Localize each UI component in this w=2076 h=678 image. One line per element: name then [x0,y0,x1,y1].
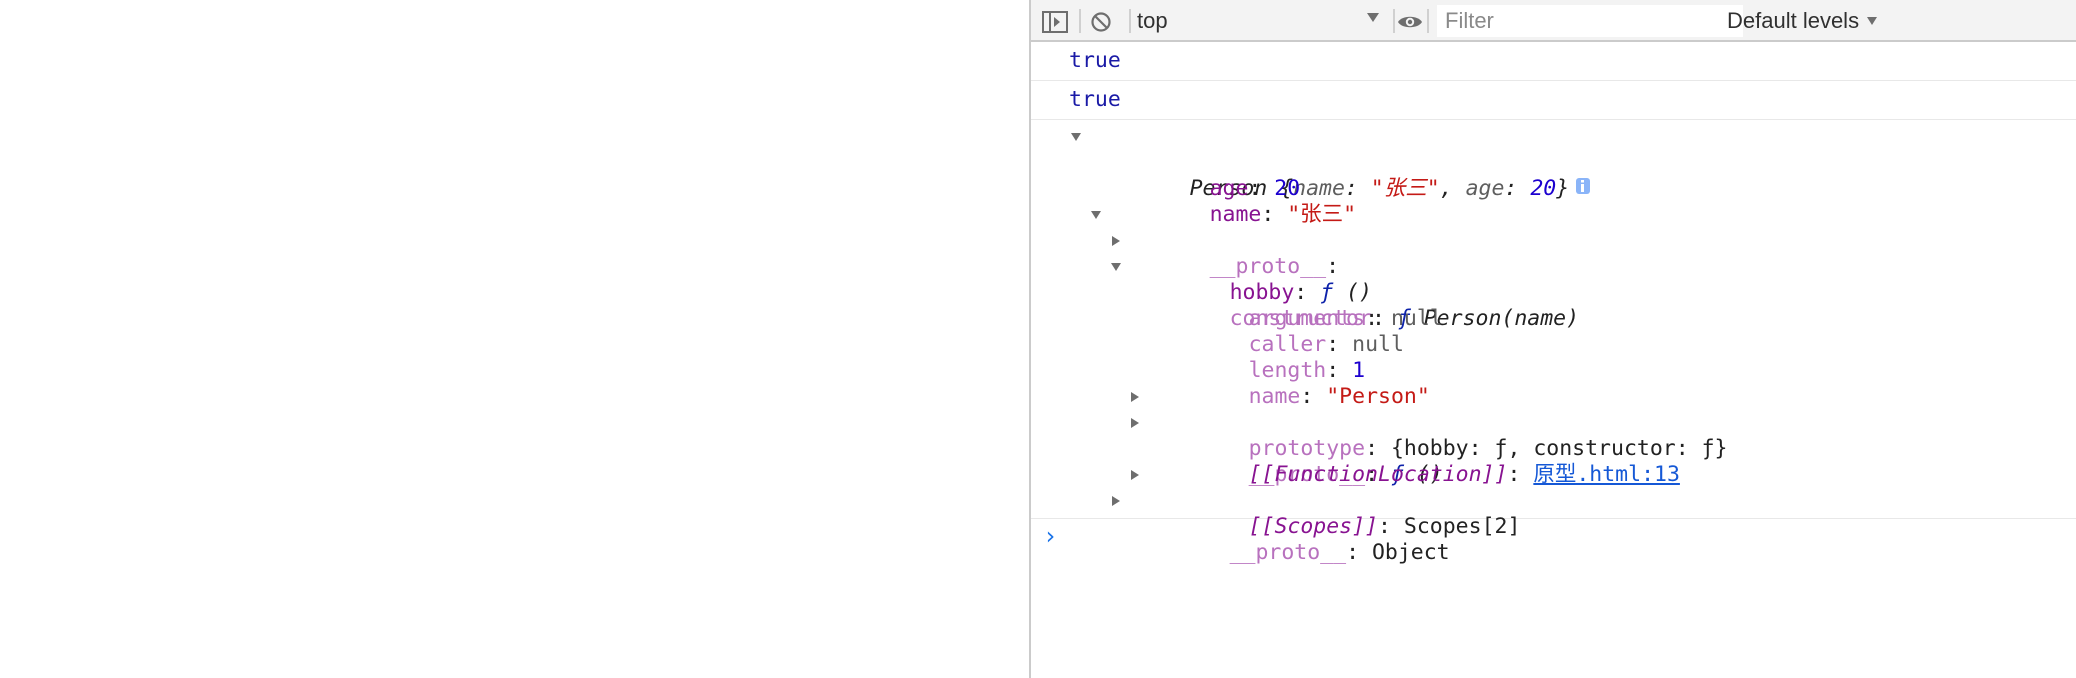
property-row: name: "张三" [1031,176,2076,227]
devtools-console-panel: top Default levels true true Person {nam… [1029,0,2076,678]
chevron-down-icon [1367,13,1379,22]
prototype-row[interactable]: prototype: {hobby: ƒ, constructor: ƒ} [1031,384,2076,461]
property-row: age: 20 [1031,150,2076,201]
scopes-row[interactable]: [[Scopes]]: Scopes[2] [1031,462,2076,539]
inspected-page-area [0,0,1029,678]
log-value: true [1069,48,1121,73]
clear-console-icon[interactable] [1087,8,1115,36]
function-proto-row[interactable]: __proto__: ƒ () [1031,410,2076,487]
expand-triangle-icon[interactable] [1128,384,1142,410]
eye-icon[interactable] [1396,8,1424,36]
toolbar-divider [1427,9,1429,33]
console-message: true [1031,42,2076,81]
chevron-down-icon [1867,17,1878,25]
expand-triangle-icon[interactable] [1109,254,1123,280]
expand-triangle-icon[interactable] [1069,124,1083,150]
object-proto-row[interactable]: __proto__: Object [1031,488,2076,565]
log-value: true [1069,87,1121,112]
function-location-row: [[FunctionLocation]]: 原型.html:13 [1031,436,2076,487]
log-levels-label: Default levels [1727,8,1860,33]
object-summary-row[interactable]: Person {name: "张三", age: 20} [1031,124,2076,201]
console-prompt[interactable]: › [1031,519,2076,553]
property-row: caller: null [1031,306,2076,357]
property-row: name: "Person" [1031,358,2076,409]
method-row[interactable]: hobby: ƒ () [1031,228,2076,305]
toolbar-divider [1393,9,1395,33]
toolbar-divider [1079,9,1081,33]
console-message: true [1031,81,2076,120]
expand-triangle-icon[interactable] [1128,410,1142,436]
context-selector[interactable]: top [1137,3,1387,39]
console-toolbar: top Default levels [1031,0,2076,42]
property-row: arguments: null [1031,280,2076,331]
sidebar-toggle-icon[interactable] [1041,8,1069,36]
expand-triangle-icon[interactable] [1089,202,1103,228]
expand-triangle-icon[interactable] [1109,488,1123,514]
filter-input[interactable] [1437,5,1743,37]
toolbar-divider [1129,9,1131,33]
proto-row[interactable]: __proto__: [1031,202,2076,279]
prompt-chevron-icon: › [1043,522,1058,550]
property-row: length: 1 [1031,332,2076,383]
expand-triangle-icon[interactable] [1109,228,1123,254]
console-messages: true true Person {name: "张三", age: 20} a… [1031,42,2076,565]
context-selector-label: top [1137,8,1168,33]
expand-triangle-icon[interactable] [1128,462,1142,488]
log-levels-dropdown[interactable]: Default levels [1727,3,1878,39]
constructor-row[interactable]: constructor: ƒ Person(name) [1031,254,2076,331]
object-tree: Person {name: "张三", age: 20} age: 20 nam… [1031,120,2076,565]
